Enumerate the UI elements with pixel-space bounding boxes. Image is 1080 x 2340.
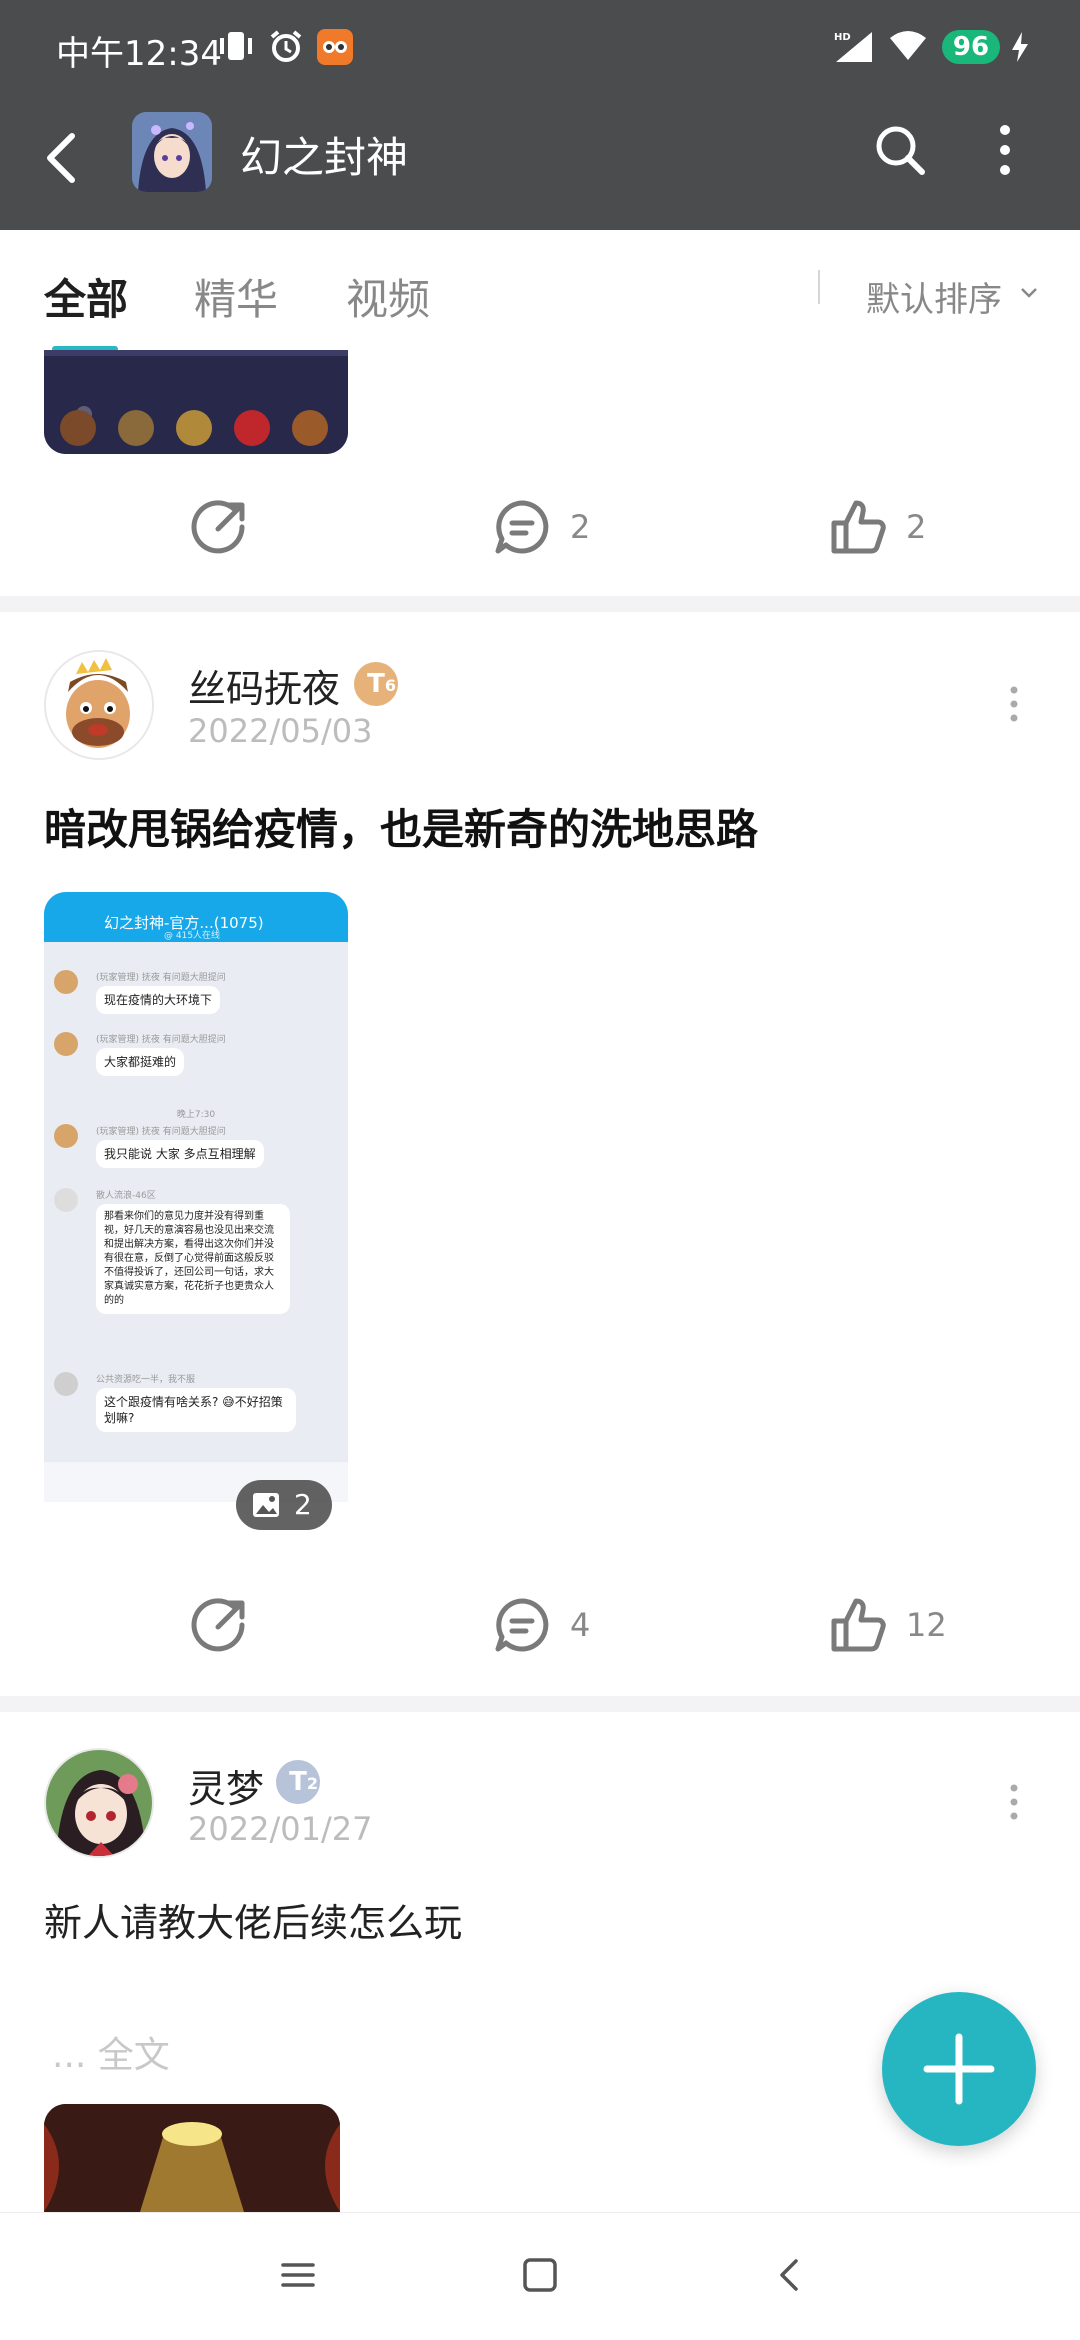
screenshot-chat-subtitle: @ 415人在线: [164, 931, 221, 941]
system-navigation-bar: [0, 2212, 1080, 2340]
alarm-icon: [268, 28, 304, 64]
post-author-name[interactable]: 灵梦: [188, 1758, 264, 1813]
tab-all[interactable]: 全部: [44, 266, 128, 327]
share-icon: [191, 500, 245, 554]
post-separator: [0, 1696, 1080, 1712]
share-button[interactable]: [190, 1595, 250, 1655]
comment-icon: [495, 1598, 549, 1652]
post-separator: [0, 596, 1080, 612]
post-date: 2022/05/03: [188, 712, 373, 750]
more-vertical-icon: [1010, 686, 1018, 722]
page-title: 幻之封神: [240, 133, 409, 182]
home-square-icon: [523, 2258, 557, 2292]
chat-message: 散人流浪-46区 那看来你们的意见力度并没有得到重视，好几天的意演容易也没见出来…: [44, 1188, 348, 1358]
back-button[interactable]: [36, 126, 88, 190]
divider: [818, 270, 820, 304]
thumbs-up-icon: [831, 500, 886, 554]
tab-video[interactable]: 视频: [346, 266, 430, 327]
image-count-badge: 2: [236, 1480, 332, 1530]
back-nav-button[interactable]: [772, 2257, 808, 2297]
comment-count: 4: [570, 1606, 591, 1644]
more-vertical-icon: [1010, 1784, 1018, 1820]
menu-icon: [281, 2263, 315, 2287]
chat-timestamp: 晚上7:30: [176, 1110, 216, 1120]
home-nav-button[interactable]: [522, 2257, 558, 2297]
app-bar: 幻之封神: [0, 96, 1080, 230]
post-more-button[interactable]: [1004, 684, 1024, 724]
user-level-badge: T2: [276, 1760, 320, 1804]
post-image-thumbnail[interactable]: [44, 350, 348, 454]
user-avatar[interactable]: [44, 1748, 154, 1858]
back-chevron-icon: [780, 2259, 798, 2291]
tab-bar: 全部 精华 视频 默认排序: [0, 230, 1080, 352]
post-author-name[interactable]: 丝码抚夜: [188, 658, 340, 713]
like-button[interactable]: 12: [828, 1595, 947, 1655]
chat-message: (玩家管理) 抚夜 有问题大胆提问 现在疫情的大环境下: [44, 970, 348, 1020]
sort-dropdown[interactable]: 默认排序: [866, 272, 1002, 321]
user-level-badge: T6: [354, 662, 398, 706]
tab-featured[interactable]: 精华: [194, 266, 278, 327]
screenshot-chat-header: 幻之封神-官方...(1075) @ 415人在线: [44, 906, 348, 942]
search-button[interactable]: [870, 120, 930, 180]
chat-message: (玩家管理) 抚夜 有问题大胆提问 大家都挺难的: [44, 1032, 348, 1082]
plus-icon: [923, 2033, 995, 2105]
create-post-button[interactable]: [882, 1992, 1036, 2146]
thumbs-up-icon: [831, 1598, 886, 1652]
like-count: 12: [906, 1606, 947, 1644]
battery-indicator: 96: [942, 30, 1000, 64]
app-notification-icon: [316, 28, 354, 66]
search-icon: [876, 126, 925, 175]
post-image[interactable]: 幻之封神-官方...(1075) @ 415人在线 (玩家管理) 抚夜 有问题大…: [44, 892, 348, 1542]
more-vertical-icon: [1000, 125, 1010, 175]
comment-button[interactable]: 4: [492, 1595, 590, 1655]
status-bar: 中午12:34 HD 96: [0, 0, 1080, 96]
post-body-text[interactable]: 新人请教大佬后续怎么玩: [44, 1892, 462, 1947]
comment-count: 2: [570, 508, 591, 546]
chat-message: 公共资源吃一半，我不服 这个跟疫情有啥关系? 😅不好招策划嘛?: [44, 1372, 348, 1442]
post-title[interactable]: 暗改甩锅给疫情，也是新奇的洗地思路: [44, 796, 758, 857]
charging-icon: [1010, 30, 1030, 68]
share-button[interactable]: [190, 497, 250, 557]
comment-icon: [495, 500, 549, 554]
screenshot-status-bar: [44, 892, 348, 906]
chevron-down-icon: [1020, 284, 1038, 303]
game-avatar[interactable]: [132, 112, 212, 192]
signal-icon: HD: [832, 28, 876, 64]
post-date: 2022/01/27: [188, 1810, 373, 1848]
header: 中午12:34 HD 96 幻之封神: [0, 0, 1080, 230]
like-button[interactable]: 2: [828, 497, 926, 557]
comment-button[interactable]: 2: [492, 497, 590, 557]
read-full-text-link[interactable]: ... 全文: [52, 2026, 170, 2078]
wifi-icon: [888, 28, 928, 64]
back-arrow-icon: [47, 133, 75, 183]
image-icon: [253, 1493, 279, 1517]
like-count: 2: [906, 508, 927, 546]
post-more-button[interactable]: [1004, 1782, 1024, 1822]
post-image-thumbnail[interactable]: [44, 2104, 340, 2212]
share-icon: [191, 1598, 245, 1652]
user-avatar[interactable]: [44, 650, 154, 760]
vibrate-icon: [216, 28, 256, 64]
svg-text:HD: HD: [834, 32, 851, 43]
more-options-button[interactable]: [990, 120, 1020, 180]
status-time: 中午12:34: [56, 34, 222, 74]
chat-message: (玩家管理) 抚夜 有问题大胆提问 我只能说 大家 多点互相理解: [44, 1124, 348, 1174]
menu-nav-button[interactable]: [280, 2257, 316, 2297]
